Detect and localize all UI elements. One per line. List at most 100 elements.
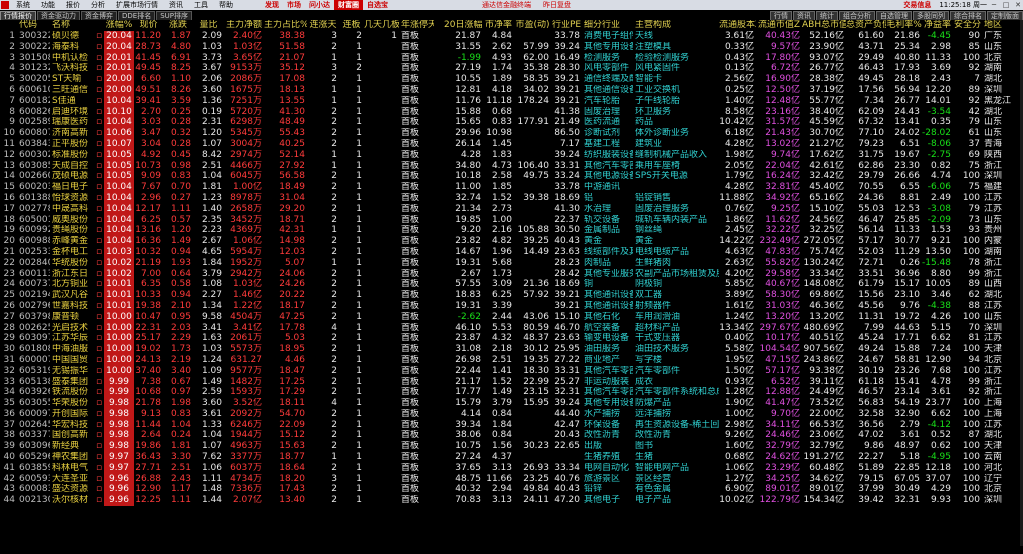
tab-wealth[interactable]: 财富圈 (334, 0, 363, 10)
header-sub-industry[interactable]: 细分行业 (582, 20, 633, 31)
tab-quotes[interactable]: 行情报价 (0, 11, 36, 20)
tab-stats[interactable]: 统计 (816, 11, 838, 20)
table-row[interactable]: 44 002130 沃尔核材 ▫ 9.96 12.25 1.11 1.44 2.07亿 13.40… (0, 495, 1023, 507)
table-row[interactable]: 36 600097 开创国际 ▫ 9.98 9.13 0.83 3.61 2092万 54.70 2… (0, 408, 1023, 420)
header-year-limit[interactable]: 年涨停天 (399, 20, 434, 31)
table-row[interactable]: 33 605138 盛泰集团 ▫ 9.99 7.38 0.67 1.49 1482万 17.25 2… (0, 376, 1023, 388)
tab-market[interactable]: 市场 (283, 0, 305, 10)
table-row[interactable]: 2 300222 海泰科 ▫ 20.04 28.73 4.80 1.03 1.03亿 51.58 2… (0, 41, 1023, 53)
menu-item[interactable]: 分析 (86, 0, 111, 10)
table-row[interactable]: 25 002194 武汉凡谷 ▫ 10.01 10.33 0.94 2.27 1.46亿 20.2… (0, 290, 1023, 301)
table-row[interactable]: 10 600807 济南高新 ▫ 10.06 3.47 0.32 1.20 5345万 55.43… (0, 128, 1023, 139)
table-row[interactable]: 43 600083 盛达资源 ▫ 9.96 12.90 1.17 1.48 7336万 17.43… (0, 484, 1023, 496)
table-row[interactable]: 5 300205 ST天喻 ▫ 20.00 6.60 1.10 2.06 2086万 17.08 2… (0, 74, 1023, 85)
table-row[interactable]: 21 002533 金杯电工 ▫ 10.03 10.32 0.94 4.65 5954万 12.0… (0, 246, 1023, 258)
table-row[interactable]: 28 002625 光启技术 ▫ 10.00 22.31 2.03 3.41 3.41亿 17.7… (0, 322, 1023, 334)
table-row[interactable]: 18 605001 威奥股份 ▫ 10.04 6.25 0.57 2.35 3452万 18.71… (0, 214, 1023, 226)
header-pct-change[interactable]: 涨幅% (104, 20, 134, 31)
table-row[interactable]: 19 600992 贵绳股份 ▫ 10.04 13.16 1.20 2.23 4369万 42.3… (0, 225, 1023, 237)
table-row[interactable]: 3 301508 中机认检 ▫ 20.01 41.45 6.91 3.73 3.65亿 21.07… (0, 52, 1023, 64)
tab-dde-rank[interactable]: DDE排名 (118, 11, 156, 20)
tab-sup-sort[interactable]: SUP排序 (156, 11, 192, 20)
menu-item[interactable]: 报价 (61, 0, 86, 10)
table-row[interactable]: 32 605319 无锡振华 ▫ 10.00 37.40 3.40 1.09 9577万 18.4… (0, 365, 1023, 377)
tab-self[interactable]: 自选宝 (363, 0, 392, 10)
table-row[interactable]: 9 002589 瑞康医药 ▫ 10.04 3.03 0.28 2.31 6298万 48.49 2… (0, 117, 1023, 129)
tab-custom-layout[interactable]: 定制版面 (987, 11, 1023, 20)
tab-discover[interactable]: 发现 (261, 0, 283, 10)
tab-ranking[interactable]: 综合排名 (950, 11, 986, 20)
table-row[interactable]: 6 600610 三旺通信 ▫ 20.00 49.51 8.26 3.60 1675万 18.13… (0, 84, 1023, 96)
menu-item[interactable]: 工具 (189, 0, 214, 10)
trade-info-button[interactable]: 交易信息 (903, 0, 931, 10)
header-gap[interactable] (434, 20, 444, 31)
header-pct20[interactable]: 20日涨幅% (444, 20, 483, 31)
table-row[interactable]: 41 603859 科林电气 ▫ 9.97 27.71 2.51 1.06 6037万 18.64… (0, 462, 1023, 474)
header-main-ratio[interactable]: 主力占比% (264, 20, 307, 31)
tab-quote-view[interactable]: 行情 (770, 11, 792, 20)
header-limit-ups[interactable]: 连板 (339, 20, 364, 31)
table-row[interactable]: 7 600182 S佳通 ▫ 10.04 39.41 3.59 1.36 7251万 13.55 1… (0, 95, 1023, 107)
table-row[interactable]: 8 600826 启迪环境 ▫ 10.10 2.70 0.25 0.19 5720万 41.30 2… (0, 106, 1023, 118)
table-row[interactable]: 35 603055 华荣股份 ▫ 9.98 21.78 1.98 3.60 3.52亿 18.11… (0, 398, 1023, 409)
header-region[interactable]: 地区 (982, 20, 1016, 31)
tab-multi-stock[interactable]: 多股同列 (913, 11, 949, 20)
table-row[interactable]: 27 603798 康普顿 ▫ 10.00 10.47 0.95 9.58 4504万 47.25… (0, 311, 1023, 323)
table-row[interactable]: 22 002840 华统股份 ▫ 10.02 21.19 1.93 1.84 1952万 5.07… (0, 257, 1023, 269)
header-flag[interactable] (94, 20, 104, 31)
menu-item[interactable]: 帮助 (214, 0, 239, 10)
header-vol-ratio[interactable]: 量比 (193, 20, 224, 31)
table-row[interactable]: 24 600737 北方铜业 ▫ 10.01 6.35 0.58 1.08 1.03亿 24.26… (0, 279, 1023, 291)
header-days-boards[interactable]: 几天几板 (364, 20, 399, 31)
header-roe[interactable]: 净益率 (922, 20, 953, 31)
table-row[interactable]: 14 002660 茂硕电源 ▫ 10.05 9.09 0.83 1.04 6045万 56.58… (0, 171, 1023, 183)
table-row[interactable]: 4 301232 飞沃科技 ▫ 20.01 49.45 8.25 3.67 9153万 35.12… (0, 63, 1023, 75)
table-row[interactable]: 31 600007 中国国贸 ▫ 10.00 24.13 2.19 1.24 631.27 4.4… (0, 354, 1023, 366)
header-pb[interactable]: 市净率 (483, 20, 514, 31)
table-row[interactable]: 34 603926 铁流股份 ▫ 9.99 10.68 0.97 2.59 1593万 17.29… (0, 387, 1023, 399)
tab-fund-game[interactable]: 资金博弈 (81, 11, 117, 20)
menu-item[interactable]: 资讯 (164, 0, 189, 10)
header-gross-margin[interactable]: 毛利率% (886, 20, 922, 31)
header-up-days[interactable]: 连涨天 (307, 20, 339, 31)
header-abh-cap[interactable]: ABH总市值 (802, 20, 846, 31)
tab-ask[interactable]: 问小达 (305, 0, 334, 10)
header-change[interactable]: 涨跌 (163, 20, 193, 31)
header-main-business[interactable]: 主营构成 (633, 20, 719, 31)
header-safety[interactable]: 安全分 (953, 20, 982, 31)
table-row[interactable]: 40 605296 神农集团 ▫ 9.97 36.43 3.30 7.62 3377万 18.77… (0, 452, 1023, 463)
table-row[interactable]: 20 600988 赤峰黄金 ▫ 10.04 16.36 1.49 2.67 1.06亿 14.9… (0, 236, 1023, 247)
tab-portfolio[interactable]: 组合分析 (839, 11, 875, 20)
table-row[interactable]: 26 002796 世嘉科技 ▫ 10.01 19.38 2.10 1.34 1.22亿 18.1… (0, 300, 1023, 312)
table-row[interactable]: 23 600113 浙江东日 ▫ 10.02 7.00 0.64 3.79 2942万 24.06… (0, 268, 1023, 280)
header-pe[interactable]: 市盈(动) (514, 20, 551, 31)
header-float-shares[interactable]: 流通股本Z (719, 20, 756, 31)
tab-fund-drive[interactable]: 资金驱动力 (37, 11, 80, 20)
table-row[interactable]: 12 600302 标准股份 ▫ 10.05 4.92 0.45 8.42 2974万 52.14… (0, 149, 1023, 161)
table-row[interactable]: 38 603377 国创高新 ▫ 9.98 2.64 0.24 1.04 1944万 15.12 2… (0, 430, 1023, 442)
menu-item[interactable]: 扩展市场行情 (111, 0, 164, 10)
header-debt-ratio[interactable]: 总资产负债率% (846, 20, 886, 31)
table-row[interactable]: 17 002778 中晟高科 ▫ 10.04 12.17 1.11 1.40 2658万 29.2… (0, 203, 1023, 215)
menu-item[interactable]: 功能 (36, 0, 61, 10)
table-row[interactable]: 13 603085 天成自控 ▫ 10.05 10.73 0.98 2.51 4466万 27.9… (0, 160, 1023, 172)
header-float-cap[interactable]: 流通市值Z (756, 20, 802, 31)
header-row-no[interactable] (0, 20, 17, 31)
table-row[interactable]: 39 603096 新经典 ▫ 9.98 19.86 1.81 1.07 4963万 15.63 2… (0, 441, 1023, 453)
header-name[interactable]: 名称 (50, 20, 94, 31)
table-row[interactable]: 16 601388 怡球资源 ▫ 10.04 2.96 0.27 1.23 8978万 31.04… (0, 192, 1023, 204)
maximize-icon[interactable]: □ (1001, 1, 1011, 9)
tab-news[interactable]: 资讯 (793, 11, 815, 20)
table-row[interactable]: 37 002645 华宏科技 ▫ 9.98 11.44 1.04 1.33 6246万 22.09… (0, 419, 1023, 431)
table-row[interactable]: 15 600203 福日电子 ▫ 10.04 7.67 0.70 1.81 1.00亿 18.49… (0, 182, 1023, 193)
minimize-icon[interactable]: ─ (989, 1, 999, 9)
table-row[interactable]: 29 603097 江苏华辰 ▫ 10.00 25.17 2.29 1.63 2061万 5.03… (0, 333, 1023, 345)
header-main-net[interactable]: 主力净额 (224, 20, 264, 31)
table-row[interactable]: 42 600593 大连圣亚 ▫ 9.96 26.88 2.43 1.11 4734万 18.20… (0, 473, 1023, 485)
table-row[interactable]: 30 601808 中海油服 ▫ 10.00 19.02 1.73 1.03 5573万 18.9… (0, 344, 1023, 355)
close-icon[interactable]: ✕ (1013, 1, 1023, 9)
table-row[interactable]: 11 603843 正平股份 ▫ 10.07 3.04 0.28 1.07 3004万 40.25… (0, 138, 1023, 150)
menu-item[interactable]: 系统 (11, 0, 36, 10)
tab-watchlist[interactable]: 自选管理 (876, 11, 912, 20)
header-price[interactable]: 现价 (134, 20, 163, 31)
